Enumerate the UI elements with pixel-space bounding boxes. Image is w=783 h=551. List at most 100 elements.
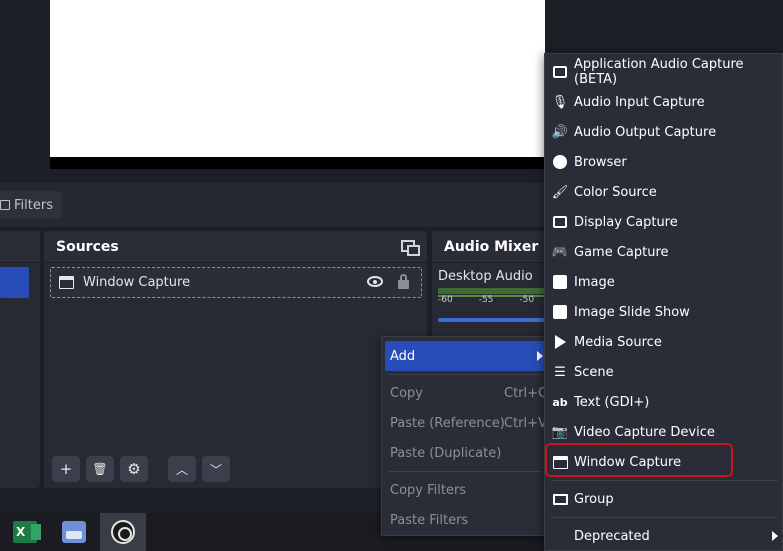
highlight-box	[545, 443, 733, 477]
source-item-window-capture[interactable]: Window Capture	[50, 267, 422, 298]
submenu-item-label: Audio Output Capture	[574, 124, 717, 140]
speaker-icon: 🔊	[551, 124, 569, 140]
sources-title: Sources	[56, 238, 119, 255]
sources-panel: Sources Window Capture + 🗑 ⚙ ︿ ﹀	[44, 231, 427, 488]
menu-item-copy-filters[interactable]: Copy Filters	[382, 475, 547, 505]
volume-slider[interactable]	[438, 318, 552, 322]
gamepad-icon: 🎮	[551, 244, 569, 260]
filters-label: Filters	[14, 197, 53, 213]
submenu-arrow-icon	[772, 531, 778, 541]
submenu-item-display-capture[interactable]: Display Capture	[545, 207, 783, 237]
submenu-item-label: Application Audio Capture (BETA)	[574, 57, 744, 87]
slideshow-icon	[551, 303, 569, 321]
submenu-separator	[551, 480, 778, 481]
volume-meter	[438, 288, 552, 294]
source-properties-button[interactable]: ⚙	[120, 456, 148, 482]
menu-item-copy-filters-label: Copy Filters	[390, 482, 467, 498]
submenu-item-image-slide-show[interactable]: Image Slide Show	[545, 297, 783, 327]
submenu-item-label: Media Source	[574, 334, 662, 350]
submenu-item-browser[interactable]: Browser	[545, 147, 783, 177]
scenes-panel	[0, 231, 40, 488]
submenu-separator	[551, 517, 778, 518]
source-item-label: Window Capture	[83, 275, 191, 290]
menu-item-paste-duplicate-label: Paste (Duplicate)	[390, 445, 502, 461]
audio-mixer-header: Audio Mixer	[432, 231, 552, 263]
menu-item-paste-reference-label: Paste (Reference)	[390, 415, 505, 431]
submenu-item-deprecated[interactable]: Deprecated	[545, 521, 783, 551]
play-icon	[551, 333, 569, 351]
add-source-submenu: Application Audio Capture (BETA) 🎙 Audio…	[544, 53, 783, 551]
excel-letter: X	[16, 525, 26, 539]
submenu-arrow-icon	[537, 351, 543, 361]
audio-mixer-title: Audio Mixer	[444, 238, 539, 255]
filters-icon	[0, 200, 10, 210]
taskbar-app[interactable]	[51, 513, 97, 551]
menu-item-paste-filters[interactable]: Paste Filters	[382, 505, 547, 535]
submenu-item-label: Image Slide Show	[574, 304, 690, 320]
menu-separator	[388, 374, 541, 375]
move-source-down-button[interactable]: ﹀	[202, 456, 230, 482]
scene-item-selected[interactable]	[0, 267, 29, 298]
submenu-item-audio-output-capture[interactable]: 🔊 Audio Output Capture	[545, 117, 783, 147]
folder-icon	[551, 490, 569, 508]
submenu-item-label: Color Source	[574, 184, 657, 200]
desktop-audio-label: Desktop Audio	[438, 269, 533, 284]
submenu-item-group[interactable]: Group	[545, 484, 783, 514]
taskbar-obs[interactable]	[100, 513, 146, 551]
submenu-item-game-capture[interactable]: 🎮 Game Capture	[545, 237, 783, 267]
submenu-item-color-source[interactable]: 🖌 Color Source	[545, 177, 783, 207]
menu-item-copy-label: Copy	[390, 385, 423, 401]
text-icon: ab	[552, 395, 568, 409]
menu-item-paste-filters-label: Paste Filters	[390, 512, 469, 528]
microphone-icon: 🎙	[551, 94, 569, 110]
app-icon	[62, 521, 86, 543]
source-context-menu: Add Copy Ctrl+C Paste (Reference) Ctrl+V…	[381, 336, 547, 536]
menu-item-add[interactable]: Add	[385, 341, 545, 371]
submenu-item-application-audio-capture[interactable]: Application Audio Capture (BETA)	[545, 57, 783, 87]
globe-icon	[551, 153, 569, 171]
sources-header: Sources	[44, 231, 427, 263]
undock-icon[interactable]	[401, 239, 420, 256]
brush-icon: 🖌	[551, 184, 569, 200]
submenu-item-image[interactable]: Image	[545, 267, 783, 297]
visibility-eye-icon[interactable]	[367, 276, 383, 287]
submenu-item-label: Game Capture	[574, 244, 669, 260]
move-source-up-button[interactable]: ︿	[168, 456, 196, 482]
submenu-item-scene[interactable]: ☰ Scene	[545, 357, 783, 387]
menu-item-paste-duplicate[interactable]: Paste (Duplicate)	[382, 438, 547, 468]
meter-tick: -60	[438, 295, 453, 305]
submenu-item-label: Scene	[574, 364, 614, 380]
sources-toolbar: + 🗑 ⚙ ︿ ﹀	[52, 456, 230, 482]
submenu-item-label: Image	[574, 274, 615, 290]
scenes-header	[0, 231, 40, 263]
filters-button[interactable]: Filters	[0, 191, 62, 219]
camera-icon: 📷	[551, 424, 569, 440]
submenu-item-label: Group	[574, 491, 614, 507]
remove-source-button[interactable]: 🗑	[86, 456, 114, 482]
submenu-item-audio-input-capture[interactable]: 🎙 Audio Input Capture	[545, 87, 783, 117]
meter-tick: -55	[478, 295, 494, 305]
submenu-item-label: Display Capture	[574, 214, 678, 230]
submenu-item-media-source[interactable]: Media Source	[545, 327, 783, 357]
window-icon	[59, 276, 74, 289]
monitor-icon	[551, 213, 569, 231]
menu-item-paste-reference[interactable]: Paste (Reference) Ctrl+V	[382, 408, 547, 438]
submenu-item-text-gdi[interactable]: ab Text (GDI+)	[545, 387, 783, 417]
excel-icon: X	[13, 521, 41, 543]
add-source-button[interactable]: +	[52, 456, 80, 482]
obs-icon	[111, 520, 135, 544]
submenu-item-label: Audio Input Capture	[574, 94, 705, 110]
preview-canvas[interactable]	[50, 0, 545, 157]
meter-ticks: -60 -55 -50	[438, 295, 552, 305]
submenu-item-label: Video Capture Device	[574, 424, 715, 440]
meter-tick: -50	[519, 295, 535, 305]
preview-bottom-bar	[50, 157, 545, 169]
taskbar-excel[interactable]: X	[2, 513, 48, 551]
lock-icon[interactable]	[398, 274, 409, 289]
shortcut-label: Ctrl+C	[504, 385, 548, 401]
submenu-item-label: Text (GDI+)	[574, 394, 650, 410]
menu-item-copy[interactable]: Copy Ctrl+C	[382, 378, 547, 408]
menu-separator	[388, 471, 541, 472]
menu-item-add-label: Add	[390, 348, 416, 364]
list-icon: ☰	[554, 364, 566, 380]
